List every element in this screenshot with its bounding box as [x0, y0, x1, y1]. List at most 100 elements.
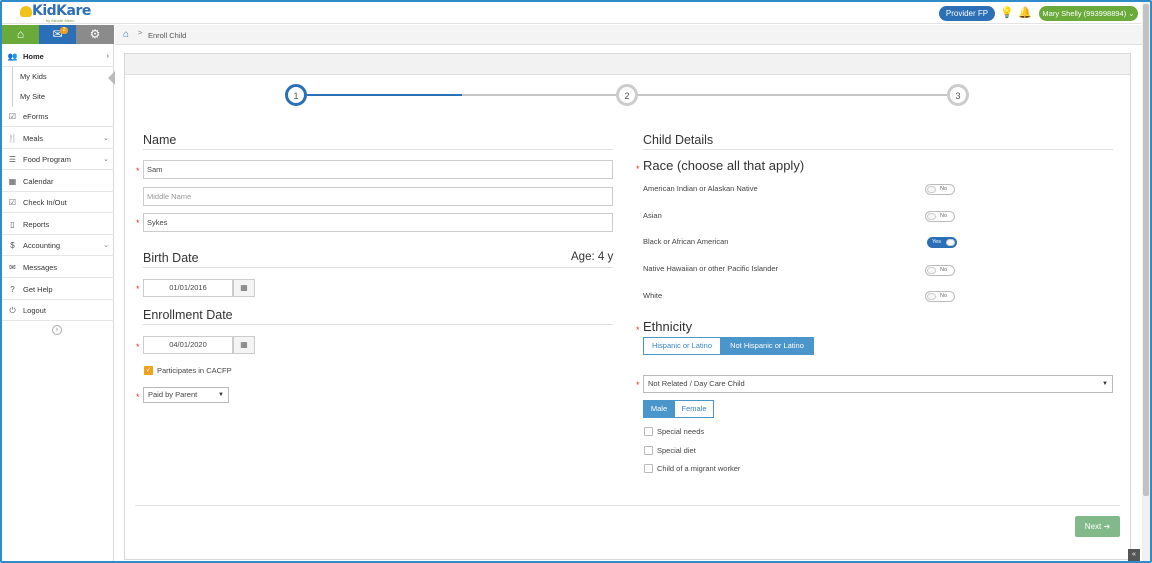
caret-down-icon: ▼ — [1102, 381, 1108, 387]
required-marker: * — [636, 325, 640, 335]
calendar-icon[interactable]: ▦ — [233, 336, 255, 354]
sidebar-item-home[interactable]: 👥 Home › — [2, 46, 114, 67]
tree-line — [12, 87, 13, 107]
enrollment-date-section-title: Enrollment Date — [143, 308, 613, 325]
sidebar-item-meals[interactable]: 🍴 Meals ⌄ — [2, 128, 114, 149]
sidebar-item-label: Check In/Out — [23, 198, 67, 207]
sidebar-subitem-my-kids[interactable]: My Kids — [2, 67, 114, 87]
sidebar-tabs: ⌂ ✉ 2 ⚙ — [2, 25, 114, 44]
step-3[interactable]: 3 — [947, 84, 969, 106]
migrant-worker-checkbox[interactable] — [644, 464, 653, 473]
home-tab[interactable]: ⌂ — [2, 25, 39, 44]
breadcrumb-current: Enroll Child — [148, 31, 187, 40]
sidebar-item-check-in-out[interactable]: ☑ Check In/Out — [2, 192, 114, 213]
last-name-input[interactable]: Sykes — [143, 213, 613, 232]
toggle-label: No — [940, 267, 948, 273]
special-needs-checkbox[interactable] — [644, 427, 653, 436]
toggle-knob — [946, 239, 955, 246]
sidebar-item-messages[interactable]: ✉ Messages — [2, 257, 114, 278]
toggle-label: No — [940, 213, 948, 219]
bell-icon[interactable]: 🔔 — [1018, 6, 1032, 20]
payment-select[interactable]: Paid by Parent ▼ — [143, 387, 229, 403]
race-toggle-asian[interactable]: No — [925, 211, 955, 222]
payment-select-value: Paid by Parent — [148, 390, 198, 399]
sidebar-item-label: Home — [23, 52, 44, 61]
sidebar-item-eforms[interactable]: ☑ eForms — [2, 106, 114, 127]
user-menu-button[interactable]: Mary Shelly (993998894) ⌄ — [1039, 6, 1138, 21]
user-menu-label: Mary Shelly (993998894) — [1042, 9, 1127, 18]
race-toggle-american-indian[interactable]: No — [925, 184, 955, 195]
home-icon[interactable]: ⌂ — [123, 29, 129, 40]
enrollment-date-input[interactable]: 04/01/2020 — [143, 336, 233, 354]
race-toggle-hawaiian[interactable]: No — [925, 265, 955, 276]
special-needs-label: Special needs — [657, 427, 705, 436]
sidebar-item-label: Meals — [23, 134, 44, 143]
breadcrumb-separator: > — [138, 30, 143, 37]
ethnicity-hispanic-button[interactable]: Hispanic or Latino — [643, 337, 721, 355]
mail-badge: 2 — [60, 27, 68, 34]
gender-male-button[interactable]: Male — [643, 400, 675, 418]
next-button[interactable]: Next ➔ — [1075, 516, 1120, 537]
sidebar-item-calendar[interactable]: ▦ Calendar — [2, 171, 114, 192]
question-icon: ? — [10, 285, 15, 294]
power-icon: ⏻ — [9, 306, 16, 315]
utensils-icon: 🍴 — [7, 134, 18, 143]
toggle-knob — [927, 267, 936, 274]
caret-down-icon: ▼ — [218, 392, 224, 398]
gender-female-button[interactable]: Female — [674, 400, 714, 418]
kidkare-logo[interactable]: KidKare by Minute Menu — [18, 3, 98, 24]
top-header: KidKare by Minute Menu Provider FP 💡 🔔 M… — [2, 2, 1142, 24]
sidebar-item-accounting[interactable]: $ Accounting ⌄ — [2, 235, 114, 256]
sidebar-item-logout[interactable]: ⏻ Logout — [2, 300, 114, 321]
sidebar-item-get-help[interactable]: ? Get Help — [2, 279, 114, 300]
sidebar-item-reports[interactable]: ▯ Reports — [2, 214, 114, 235]
list-icon: ☰ — [8, 155, 17, 164]
toggle-label: Yes — [932, 239, 941, 245]
settings-tab[interactable]: ⚙ — [76, 25, 114, 44]
calendar-icon[interactable]: ▦ — [233, 279, 255, 297]
calendar-icon: ▦ — [8, 177, 17, 186]
middle-name-input[interactable]: Middle Name — [143, 187, 613, 206]
special-diet-checkbox[interactable] — [644, 446, 653, 455]
relation-select-value: Not Related / Day Care Child — [648, 379, 745, 388]
special-diet-label: Special diet — [657, 446, 696, 455]
sidebar-item-food-program[interactable]: ☰ Food Program ⌄ — [2, 149, 114, 170]
stepper-progress-line — [307, 94, 462, 96]
sidebar-item-label: Reports — [23, 220, 50, 229]
ethnicity-not-hispanic-button[interactable]: Not Hispanic or Latino — [720, 337, 814, 355]
birth-date-input[interactable]: 01/01/2016 — [143, 279, 233, 297]
age-display: Age: 4 y — [571, 251, 614, 263]
sidebar: ⌂ ✉ 2 ⚙ 👥 Home › My Kids My Site ☑ eForms… — [2, 25, 115, 561]
lightbulb-icon[interactable]: 💡 — [1000, 6, 1014, 20]
chevron-down-icon: ⌄ — [103, 135, 109, 142]
logo-subtext: by Minute Menu — [46, 18, 75, 23]
step-1[interactable]: 1 — [285, 84, 307, 106]
arrow-right-icon: ➔ — [1103, 522, 1111, 531]
dollar-icon: $ — [10, 241, 15, 250]
required-marker: * — [136, 166, 140, 176]
panel-header — [125, 54, 1130, 75]
sidebar-item-label: eForms — [23, 112, 49, 121]
first-name-input[interactable]: Sam — [143, 160, 613, 179]
race-toggle-white[interactable]: No — [925, 291, 955, 302]
scroll-to-top-button[interactable]: « — [1128, 549, 1140, 561]
users-icon: 👥 — [7, 52, 18, 61]
sidebar-item-label: Get Help — [23, 285, 53, 294]
race-toggle-black[interactable]: Yes — [927, 237, 957, 248]
home-icon: ⌂ — [16, 27, 25, 41]
relation-select[interactable]: Not Related / Day Care Child ▼ — [643, 375, 1113, 393]
sidebar-subitem-my-site[interactable]: My Site — [2, 87, 114, 107]
mail-tab[interactable]: ✉ 2 — [39, 25, 76, 44]
scrollbar-thumb[interactable] — [1143, 4, 1149, 496]
collapse-sidebar-button[interactable]: « — [52, 325, 62, 335]
check-icon: ☑ — [8, 198, 17, 207]
step-2[interactable]: 2 — [616, 84, 638, 106]
provider-button[interactable]: Provider FP — [939, 6, 995, 21]
cacfp-label: Participates in CACFP — [157, 366, 232, 375]
birth-date-section-title: Birth Date — [143, 251, 613, 268]
race-label: Black or African American — [643, 237, 729, 246]
required-marker: * — [136, 392, 140, 402]
cacfp-checkbox[interactable]: ✓ — [144, 366, 153, 375]
migrant-worker-label: Child of a migrant worker — [657, 464, 741, 473]
sidebar-item-label: Food Program — [23, 155, 71, 164]
